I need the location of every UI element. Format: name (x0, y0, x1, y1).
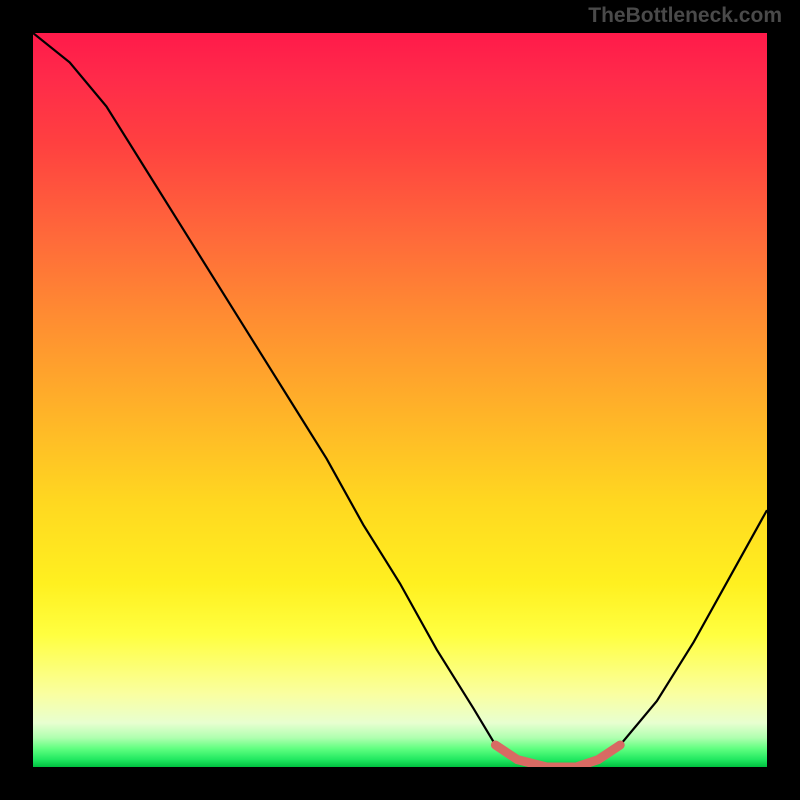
optimal-highlight (495, 745, 620, 767)
plot-area (33, 33, 767, 767)
watermark-text: TheBottleneck.com (588, 4, 782, 28)
bottleneck-curve (33, 33, 767, 767)
chart-svg (33, 33, 767, 767)
